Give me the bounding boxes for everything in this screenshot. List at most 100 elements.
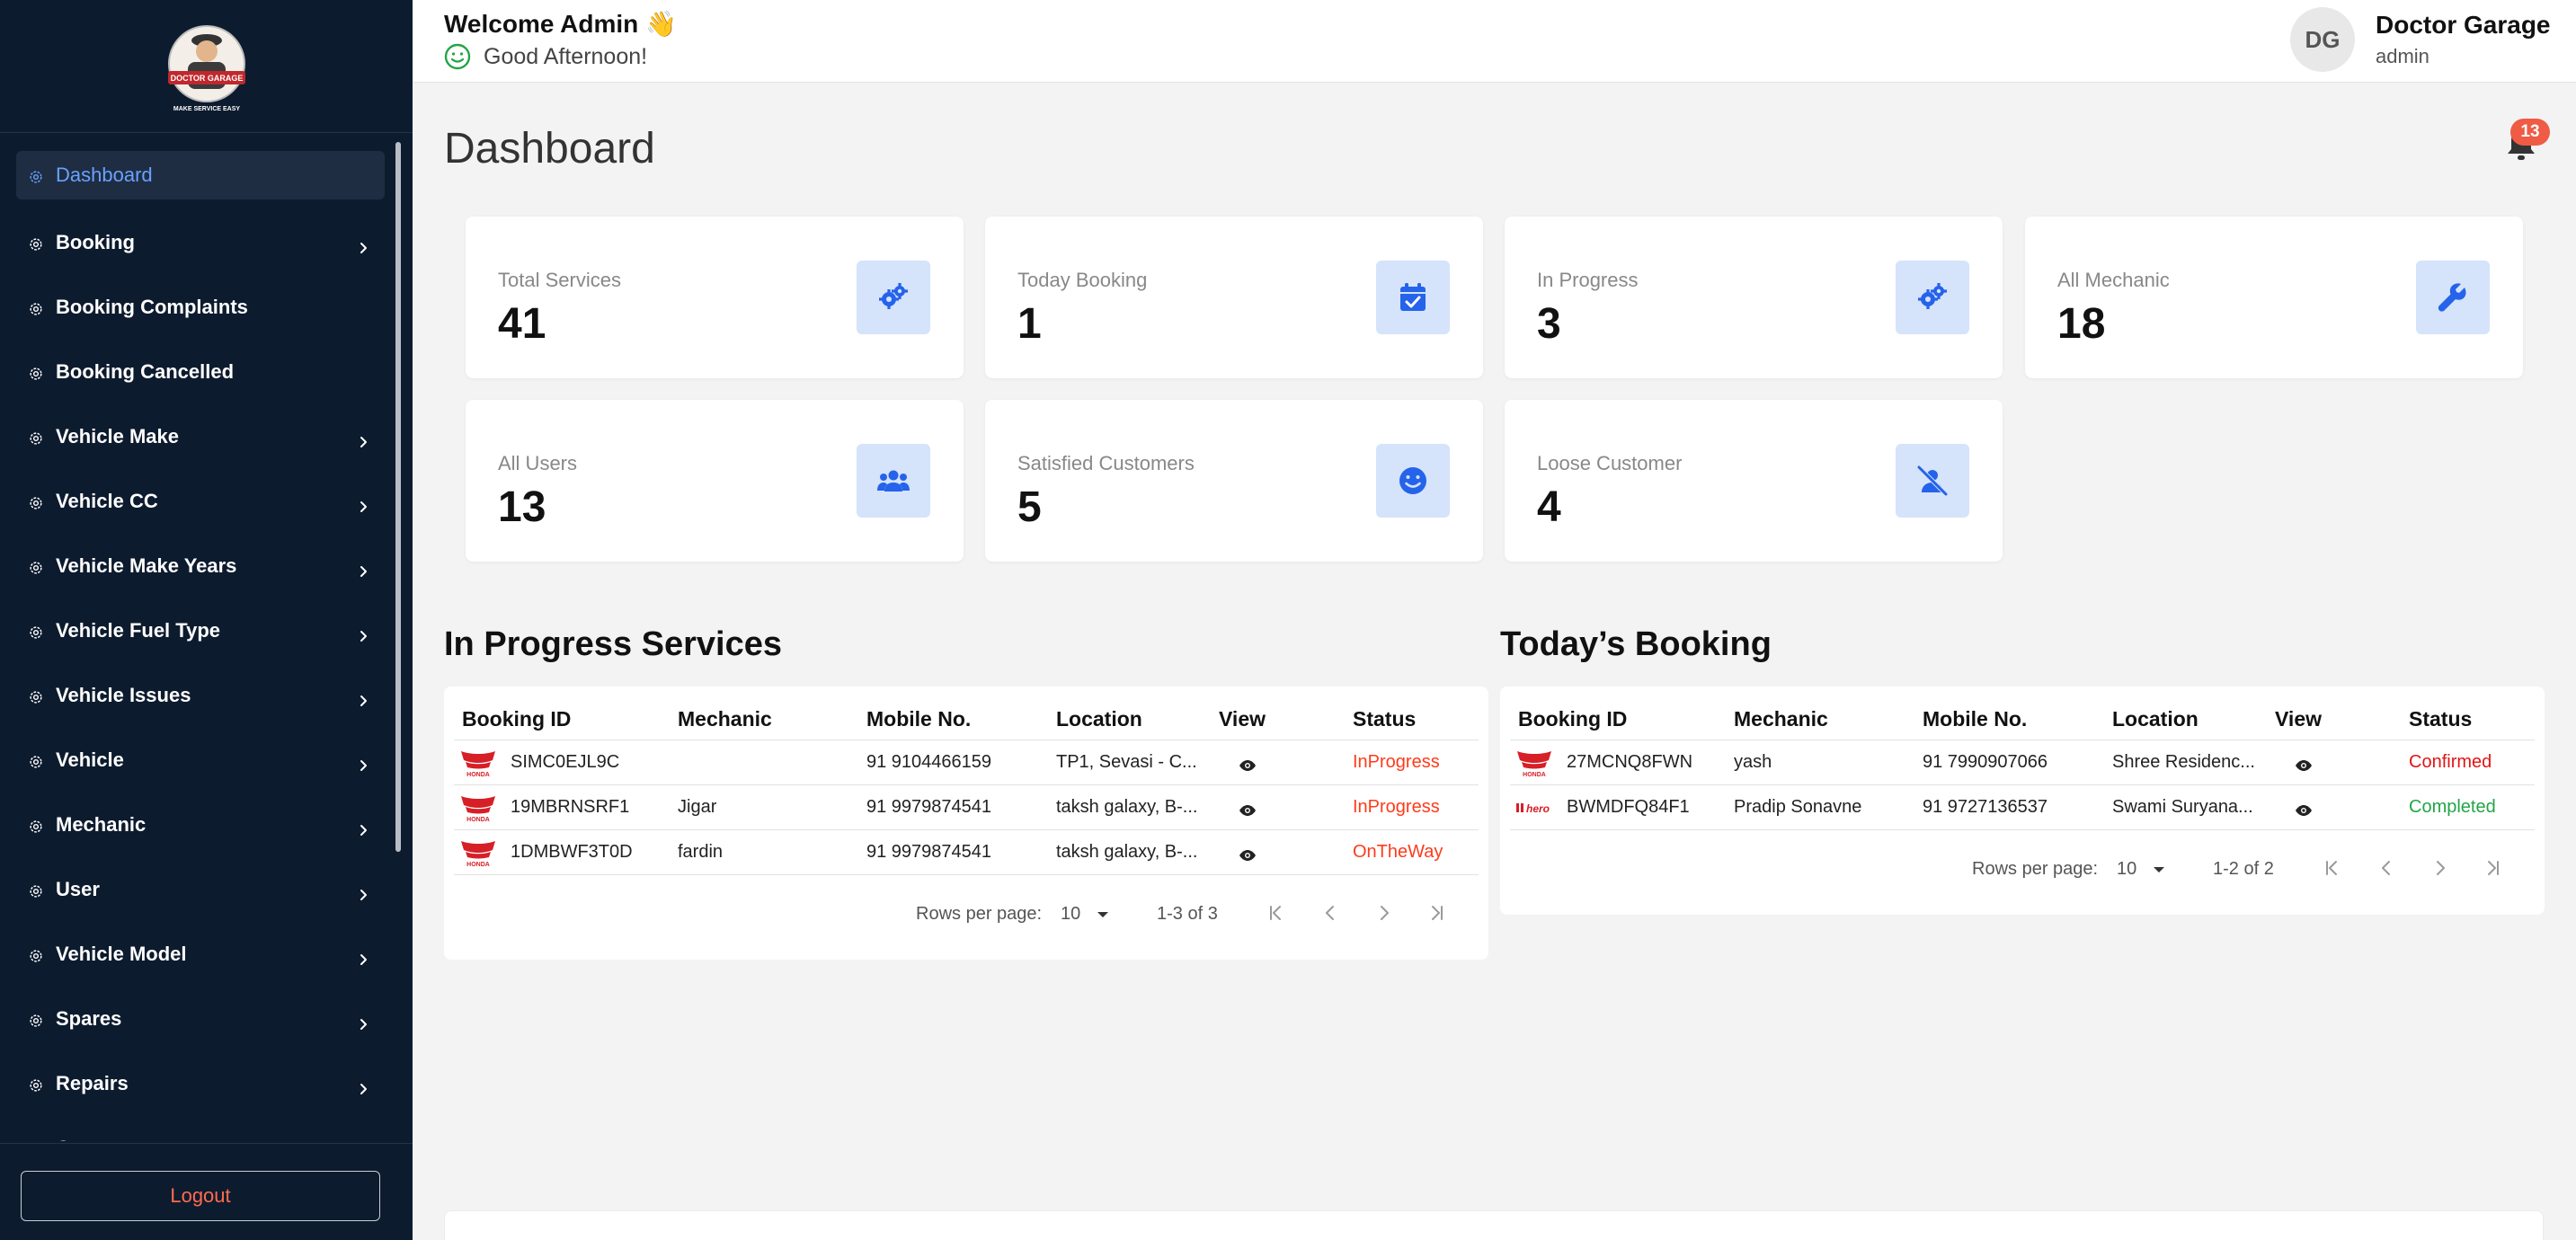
column-header[interactable]: Mobile No. — [866, 707, 971, 731]
table-row[interactable]: HONDA SIMC0EJL9C 91 9104466159 TP1, Sevasi … — [454, 740, 1479, 785]
mechanic-name: Pradip Sonavne — [1734, 797, 1862, 817]
booking-id: 1DMBWF3T0D — [511, 842, 633, 862]
sidebar-item-booking-complaints[interactable]: Booking Complaints — [16, 275, 385, 340]
column-header[interactable]: Booking ID — [1518, 707, 1627, 731]
view-eye-icon[interactable] — [2295, 757, 2313, 777]
next-page-icon[interactable] — [1374, 903, 1394, 928]
sidebar-scrollbar[interactable] — [395, 142, 401, 852]
sidebar-item-vehicle-make-years[interactable]: Vehicle Make Years — [16, 534, 385, 598]
status-text: Confirmed — [2409, 752, 2492, 772]
sidebar-item-vehicle-issues[interactable]: Vehicle Issues — [16, 663, 385, 728]
todays-booking-title: Today’s Booking — [1500, 625, 1772, 663]
user-name[interactable]: Doctor Garage — [2376, 11, 2551, 40]
mobile-number: 91 7990907066 — [1923, 752, 2048, 772]
column-header[interactable]: View — [2275, 707, 2322, 731]
honda-logo-icon: HONDA — [1515, 748, 1554, 784]
gears-icon — [857, 261, 930, 334]
gear-icon — [28, 881, 44, 898]
mobile-number: 91 9979874541 — [866, 797, 992, 817]
notification-badge[interactable]: 13 — [2510, 119, 2550, 146]
stat-card-loose-customer[interactable]: Loose Customer 4 — [1505, 400, 2003, 562]
sidebar-item-label: User — [56, 878, 100, 900]
table-row[interactable]: hero BWMDFQ84F1 Pradip Sonavne 91 972713653… — [1510, 785, 2535, 830]
previous-page-icon[interactable] — [1320, 903, 1340, 928]
column-header[interactable]: Location — [2112, 707, 2198, 731]
column-header[interactable]: Booking ID — [462, 707, 571, 731]
caret-down-icon — [1097, 912, 1109, 917]
column-header[interactable]: Location — [1056, 707, 1142, 731]
last-page-icon[interactable] — [1427, 903, 1447, 928]
chevron-right-icon — [358, 495, 370, 512]
sidebar-item-user[interactable]: User — [16, 857, 385, 922]
sidebar-item-booking-cancelled[interactable]: Booking Cancelled — [16, 340, 385, 404]
sidebar-item-vehicle-make[interactable]: Vehicle Make — [16, 404, 385, 469]
hero-logo-icon: hero — [1515, 799, 1554, 822]
avatar[interactable]: DG — [2290, 7, 2355, 72]
next-page-icon[interactable] — [2430, 858, 2450, 883]
doctor-garage-logo[interactable]: DOCTOR GARAGE MAKE SERVICE EASY — [148, 17, 265, 116]
bottom-panel — [444, 1210, 2544, 1240]
smile-icon — [444, 43, 471, 70]
welcome-heading: Welcome Admin 👋 — [444, 9, 677, 39]
sidebar-item-coupons[interactable]: Coupons — [16, 1116, 385, 1141]
stat-card-all-mechanic[interactable]: All Mechanic 18 — [2025, 217, 2523, 378]
sidebar-item-vehicle[interactable]: Vehicle — [16, 728, 385, 793]
rows-per-page-select[interactable]: 10 — [1061, 904, 1109, 925]
stat-card-all-users[interactable]: All Users 13 — [466, 400, 964, 562]
stat-card-satisfied-customers[interactable]: Satisfied Customers 5 — [985, 400, 1483, 562]
waving-hand-icon: 👋 — [645, 10, 677, 38]
stat-card-total-services[interactable]: Total Services 41 — [466, 217, 964, 378]
rows-per-page-select[interactable]: 10 — [2117, 859, 2165, 880]
chevron-right-icon — [358, 624, 370, 642]
pagination-range: 1-3 of 3 — [1157, 904, 1218, 924]
stat-card-today-booking[interactable]: Today Booking 1 — [985, 217, 1483, 378]
sidebar-item-label: Repairs — [56, 1072, 129, 1094]
location: taksh galaxy, B-... — [1056, 842, 1198, 862]
svg-text:HONDA: HONDA — [466, 817, 490, 823]
smile-icon — [1376, 444, 1450, 518]
view-eye-icon[interactable] — [1239, 757, 1257, 777]
first-page-icon[interactable] — [2322, 858, 2341, 883]
view-eye-icon[interactable] — [1239, 846, 1257, 867]
sidebar-item-mechanic[interactable]: Mechanic — [16, 793, 385, 857]
stat-value: 3 — [1537, 300, 1561, 348]
sidebar-item-vehicle-fuel-type[interactable]: Vehicle Fuel Type — [16, 598, 385, 663]
table-row[interactable]: HONDA 1DMBWF3T0D fardin 91 9979874541 taksh … — [454, 830, 1479, 875]
gear-icon — [28, 1140, 44, 1141]
sidebar-item-label: Vehicle CC — [56, 490, 158, 512]
stat-card-in-progress[interactable]: In Progress 3 — [1505, 217, 2003, 378]
sidebar-item-booking[interactable]: Booking — [16, 210, 385, 275]
sidebar-item-dashboard[interactable]: Dashboard — [16, 151, 385, 199]
logo-wordmark: DOCTOR GARAGE — [170, 74, 243, 83]
stat-label: All Mechanic — [2057, 269, 2170, 291]
logout-button[interactable]: Logout — [21, 1171, 380, 1221]
honda-logo-icon: HONDA — [458, 837, 498, 873]
sidebar-item-vehicle-model[interactable]: Vehicle Model — [16, 922, 385, 987]
sidebar-item-label: Booking Cancelled — [56, 360, 235, 383]
sidebar-item-label: Booking Complaints — [56, 296, 248, 318]
last-page-icon[interactable] — [2483, 858, 2503, 883]
user-role: admin — [2376, 45, 2429, 67]
column-header[interactable]: View — [1219, 707, 1266, 731]
view-eye-icon[interactable] — [2295, 802, 2313, 822]
first-page-icon[interactable] — [1266, 903, 1285, 928]
column-header[interactable]: Status — [1353, 707, 1416, 731]
stat-value: 13 — [498, 483, 546, 531]
previous-page-icon[interactable] — [2376, 858, 2396, 883]
stat-label: Today Booking — [1017, 269, 1148, 291]
welcome-text: Welcome Admin — [444, 10, 639, 38]
logo-area: DOCTOR GARAGE MAKE SERVICE EASY — [0, 0, 413, 133]
sidebar-item-vehicle-cc[interactable]: Vehicle CC — [16, 469, 385, 534]
sidebar-item-spares[interactable]: Spares — [16, 987, 385, 1051]
column-header[interactable]: Mechanic — [1734, 707, 1828, 731]
column-header[interactable]: Mechanic — [678, 707, 772, 731]
column-header[interactable]: Status — [2409, 707, 2472, 731]
column-header[interactable]: Mobile No. — [1923, 707, 2027, 731]
table-row[interactable]: HONDA 27MCNQ8FWN yash 91 7990907066 Shree Re… — [1510, 740, 2535, 785]
sidebar-item-label: Coupons — [56, 1137, 141, 1141]
chevron-right-icon — [358, 948, 370, 965]
sidebar-item-repairs[interactable]: Repairs — [16, 1051, 385, 1116]
view-eye-icon[interactable] — [1239, 802, 1257, 822]
table-row[interactable]: HONDA 19MBRNSRF1 Jigar 91 9979874541 taksh g… — [454, 785, 1479, 830]
page-title: Dashboard — [444, 125, 655, 173]
